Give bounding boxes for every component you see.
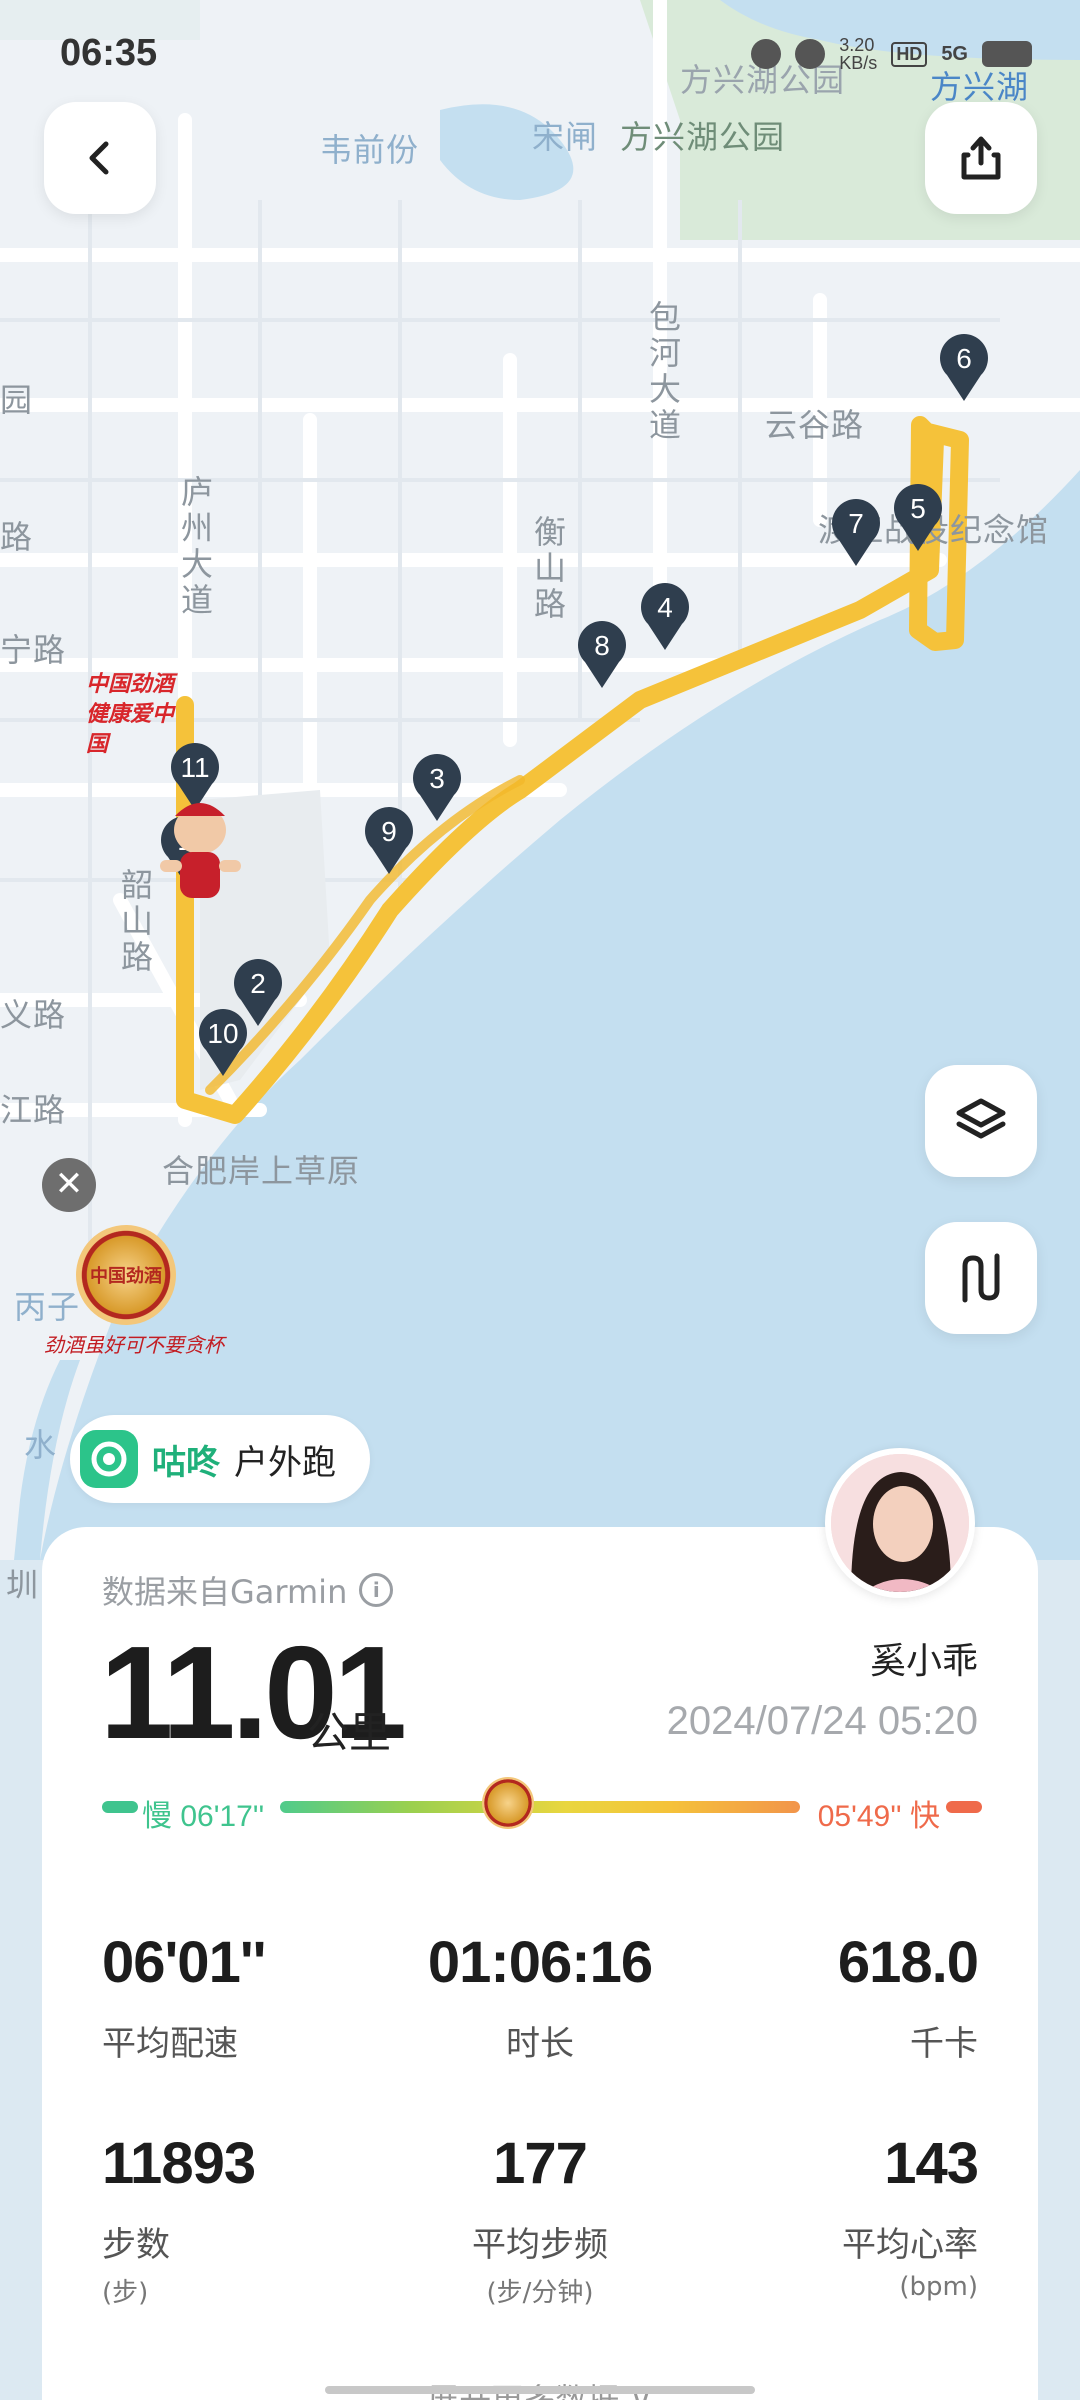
- map-label-left-5: 江路: [0, 1091, 67, 1129]
- signal-icon: 5G: [941, 42, 968, 65]
- route-marker-4[interactable]: 4: [638, 582, 692, 652]
- stat-calories: 618.0 千卡: [678, 1930, 979, 2065]
- stat-heart-rate: 143 平均心率 (bpm): [678, 2131, 979, 2303]
- map-label-left-2: 路: [0, 518, 34, 556]
- network-speed: 3.20 KB/s: [839, 36, 877, 72]
- activity-type: 户外跑: [234, 1442, 336, 1483]
- data-source-label: 数据来自Garmin: [102, 1573, 348, 1611]
- route-marker-label: 2: [250, 968, 266, 999]
- mute-icon: [795, 39, 826, 69]
- route-marker-label: 9: [381, 816, 397, 847]
- map-label-luzhou-avenue: 庐州大道: [176, 475, 214, 619]
- map-label-left-3: 宁路: [0, 631, 67, 669]
- route-marker-9[interactable]: 9: [362, 806, 416, 876]
- back-arrow-icon: [89, 141, 109, 175]
- share-button[interactable]: [925, 102, 1037, 214]
- route-marker-label: 7: [848, 508, 864, 539]
- stat-label: 平均步频: [472, 2225, 608, 2265]
- pace-bar: 慢 06'17'' 05'49'' 快: [102, 1777, 982, 1837]
- route-marker-label: 3: [429, 763, 445, 794]
- route-marker-label: 4: [657, 592, 673, 623]
- layers-icon: [956, 1098, 1006, 1139]
- share-icon: [961, 136, 1001, 180]
- route-marker-label: 10: [207, 1018, 239, 1049]
- codoon-logo-icon: [80, 1430, 138, 1488]
- stat-value: 06'01'': [102, 1930, 266, 1995]
- stat-value: 01:06:16: [427, 1930, 653, 1995]
- map-label-songzha: 宋闸: [532, 118, 599, 156]
- stat-duration: 01:06:16 时长: [390, 1934, 690, 2065]
- stat-label: 平均心率: [842, 2225, 978, 2265]
- route-marker-3[interactable]: 3: [410, 753, 464, 823]
- battery-icon: [982, 41, 1032, 67]
- route-marker-7[interactable]: 7: [829, 498, 883, 568]
- distance-unit: 公里: [307, 1708, 392, 1757]
- stat-label: 千卡: [910, 2024, 978, 2064]
- stat-sub: (步/分钟): [486, 2278, 594, 2308]
- pace-slow-label: 慢 06'17'': [142, 1800, 265, 1833]
- map-label-weiqianfen: 韦前份: [320, 131, 420, 169]
- route-marker-6[interactable]: 6: [937, 333, 991, 403]
- ad-banner-bottom-logo: 中国劲酒: [76, 1225, 176, 1325]
- stat-value: 177: [493, 2131, 588, 2196]
- ad-banner-bottom[interactable]: 中国劲酒 劲酒虽好可不要贪杯: [40, 1225, 224, 1365]
- stat-value: 143: [884, 2131, 979, 2196]
- summary-sheet: 数据来自Garmin i 11.01 公里 奚小乖 2024/07/24 05:…: [42, 1527, 1038, 2400]
- network-speed-value: 3.20: [839, 35, 875, 55]
- back-button[interactable]: [44, 102, 156, 214]
- ad-banner-bottom-slogan: 劲酒虽好可不要贪杯: [44, 1333, 224, 1357]
- stat-label: 平均配速: [102, 2024, 238, 2064]
- stat-sub: (步): [102, 2278, 149, 2308]
- stat-value: 618.0: [837, 1930, 979, 1995]
- ad-banner-top-text: 中国劲酒 健康爱中国: [86, 672, 175, 757]
- stat-label: 步数: [102, 2225, 170, 2265]
- pace-slow-dot: [102, 1801, 138, 1813]
- map-label-shui: 水: [24, 1426, 58, 1464]
- hd-icon: HD: [891, 41, 928, 67]
- map-label-hengshan-road: 衡山路: [529, 515, 567, 623]
- status-bar: 06:35 3.20 KB/s HD 5G: [0, 0, 1080, 110]
- stat-cadence: 177 平均步频 (步/分钟): [390, 2135, 690, 2309]
- map-label-left-4: 义路: [0, 996, 67, 1034]
- ad-close-button[interactable]: ✕: [42, 1158, 96, 1212]
- user-name: 奚小乖: [869, 1641, 978, 1682]
- ad-logo-text: 中国劲酒: [90, 1266, 162, 1287]
- app-source-chip[interactable]: 咕咚 户外跑: [70, 1415, 370, 1503]
- stat-label: 时长: [506, 2024, 574, 2064]
- layers-button[interactable]: [925, 1065, 1037, 1177]
- route-marker-label: 8: [594, 630, 610, 661]
- home-indicator[interactable]: [325, 2386, 755, 2394]
- alarm-icon: [751, 39, 782, 69]
- pace-fast-dot: [946, 1801, 982, 1813]
- route-marker-5[interactable]: 5: [891, 483, 945, 553]
- map-label-zhen: 圳: [6, 1566, 40, 1604]
- data-source: 数据来自Garmin i: [102, 1567, 394, 1613]
- elevation-button[interactable]: [925, 1222, 1037, 1334]
- ad-banner-top[interactable]: 中国劲酒 健康爱中国: [86, 670, 186, 757]
- route-marker-10[interactable]: 10: [196, 1008, 250, 1078]
- map-label-fangxing-park: 方兴湖公园: [620, 118, 786, 156]
- map-label-yungu-road: 云谷路: [765, 406, 865, 444]
- map-label-left-1: 园: [0, 381, 34, 419]
- route-marker-label: 5: [910, 493, 926, 524]
- activity-datetime: 2024/07/24 05:20: [666, 1699, 978, 1743]
- status-time: 06:35: [60, 32, 158, 74]
- stat-steps: 11893 步数 (步): [102, 2135, 402, 2309]
- map-label-hefei-grassland: 合肥岸上草原: [162, 1152, 361, 1190]
- stat-value: 11893: [102, 2131, 256, 2196]
- mascot-figure: [145, 790, 255, 910]
- pace-gradient: [280, 1801, 800, 1813]
- network-speed-unit: KB/s: [839, 53, 878, 73]
- info-icon[interactable]: i: [359, 1573, 394, 1607]
- pace-badge-icon: [482, 1777, 534, 1829]
- pace-fast-label: 05'49'' 快: [817, 1800, 940, 1833]
- elevation-icon: [962, 1253, 1000, 1303]
- route-marker-8[interactable]: 8: [575, 620, 629, 690]
- app-name: 咕咚: [152, 1442, 220, 1483]
- map-label-baohe-avenue: 包河大道: [644, 300, 682, 444]
- route-marker-label: 6: [956, 343, 972, 374]
- stat-sub: (bpm): [899, 2272, 978, 2302]
- avatar[interactable]: [825, 1448, 975, 1598]
- stat-avg-pace: 06'01'' 平均配速: [102, 1934, 402, 2065]
